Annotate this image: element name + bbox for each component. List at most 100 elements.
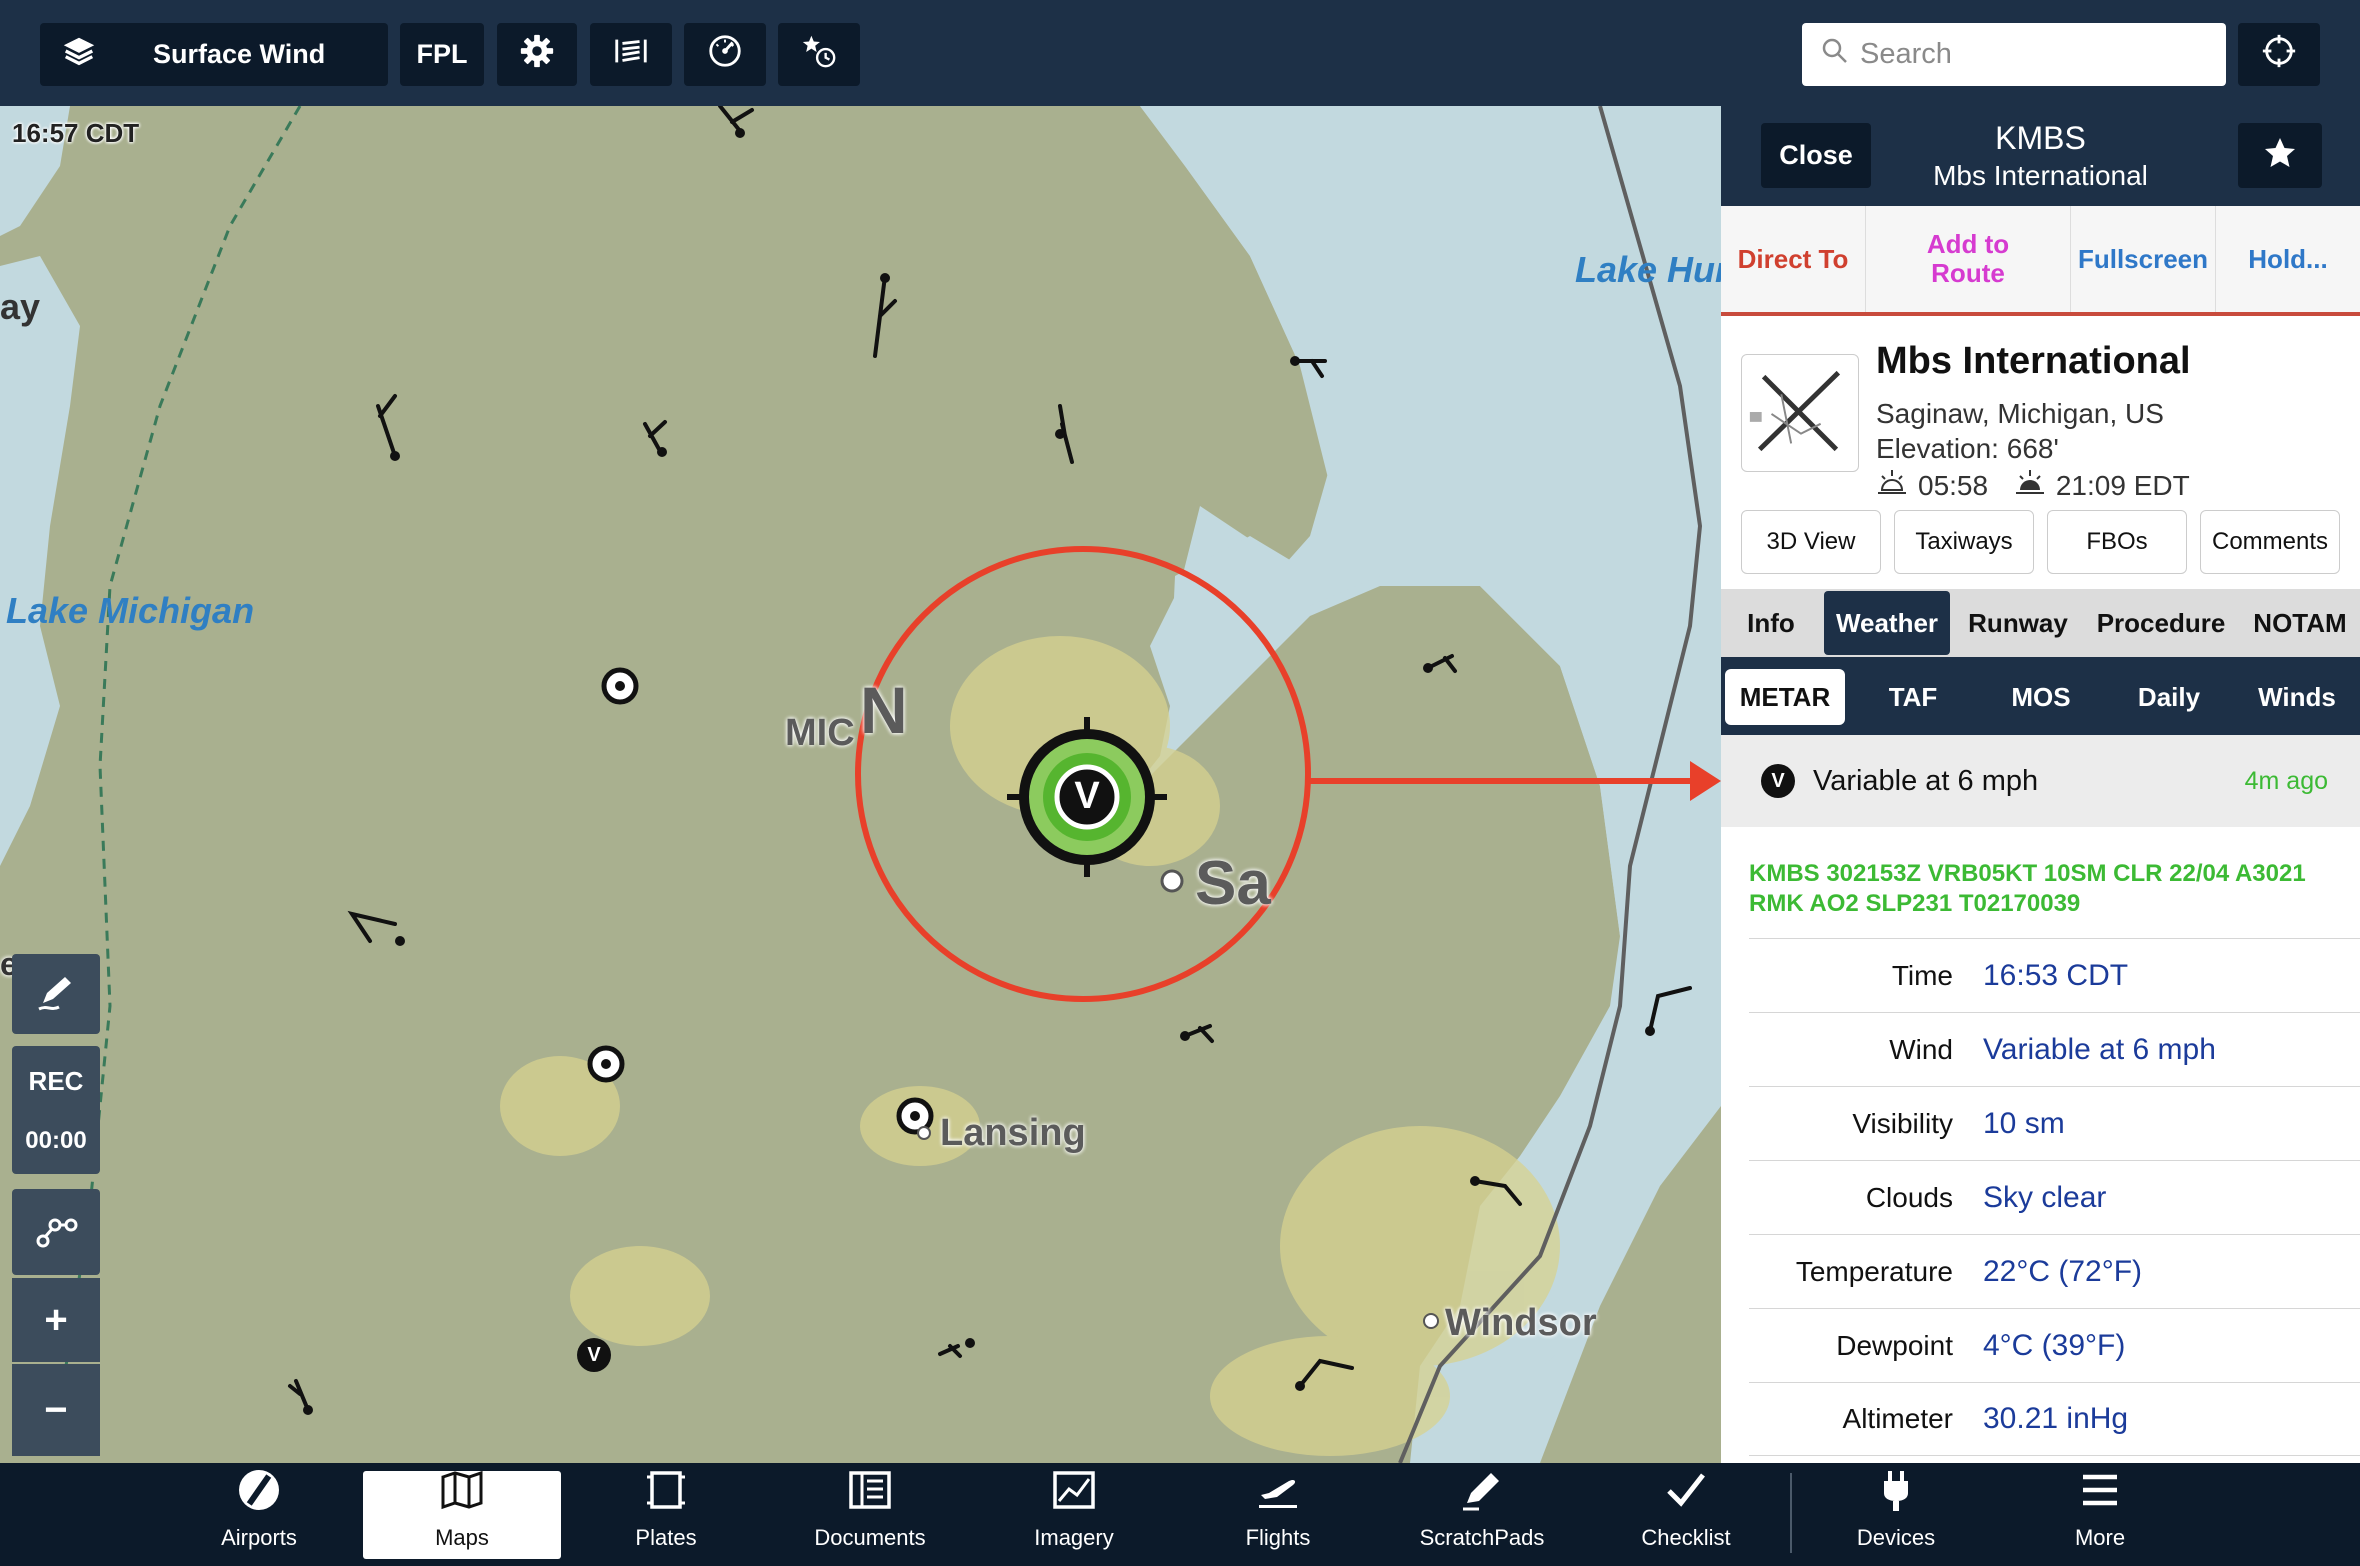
tab-label: Checklist: [1641, 1525, 1731, 1550]
sunset-icon: [2014, 468, 2056, 503]
direct-to-button[interactable]: Direct To: [1721, 206, 1866, 312]
pencil-icon: [33, 969, 79, 1020]
wx-key: Clouds: [1865, 1181, 1953, 1213]
tab-airports[interactable]: Airports: [160, 1470, 358, 1559]
record-timer: 00:00: [25, 1126, 87, 1154]
sunset-time: 21:09 EDT: [2055, 469, 2190, 501]
wx-key: Temperature: [1795, 1255, 1953, 1287]
wx-key: Visibility: [1852, 1107, 1953, 1139]
airport-name: Mbs International: [1876, 340, 2191, 382]
favorite-button[interactable]: [2238, 123, 2322, 188]
wx-value: Sky clear: [1983, 1180, 2107, 1214]
tab-label: Documents: [814, 1525, 926, 1550]
settings-button[interactable]: [497, 23, 577, 86]
taxiways-button[interactable]: Taxiways: [1894, 510, 2034, 574]
tab-checklist[interactable]: Checklist: [1587, 1471, 1785, 1559]
selected-station-marker[interactable]: V: [1057, 766, 1117, 826]
tab-weather[interactable]: Weather: [1824, 591, 1950, 655]
map-icon: [439, 1467, 485, 1525]
airport-elevation: Elevation: 668': [1876, 433, 2059, 464]
airport-summary: Mbs International Saginaw, Michigan, US …: [1721, 316, 2360, 516]
instruments-button[interactable]: [684, 23, 766, 86]
wx-value: 22°C (72°F): [1983, 1254, 2143, 1288]
wx-value: 10 sm: [1983, 1106, 2065, 1140]
airport-info-panel: Close KMBS Mbs International Direct To A…: [1721, 106, 2360, 1463]
subtab-daily[interactable]: Daily: [2109, 669, 2229, 725]
raw-metar: KMBS 302153Z VRB05KT 10SM CLR 22/04 A302…: [1749, 860, 2306, 917]
record-label: REC: [28, 1065, 84, 1096]
subtab-mos[interactable]: MOS: [1981, 669, 2101, 725]
wx-row-clouds: Clouds Sky clear: [1749, 1160, 2360, 1234]
3d-view-button[interactable]: 3D View: [1741, 510, 1881, 574]
locate-button[interactable]: [2238, 23, 2320, 86]
hold-button[interactable]: Hold...: [2216, 206, 2360, 312]
map-time-label: 16:57 CDT: [12, 118, 140, 148]
tab-label: Flights: [1245, 1525, 1311, 1550]
add-to-route-button[interactable]: Add to Route: [1866, 206, 2071, 312]
comments-button[interactable]: Comments: [2200, 510, 2340, 574]
recents-button[interactable]: [778, 23, 860, 86]
flight-category-badge: V: [1761, 764, 1795, 798]
wx-key: Wind: [1889, 1033, 1953, 1065]
label-n: N: [860, 673, 908, 747]
wx-value: Variable at 6 mph: [1983, 1032, 2216, 1066]
imagery-icon: [1051, 1467, 1097, 1525]
route-icon: [33, 1207, 79, 1258]
fpl-button[interactable]: FPL: [400, 23, 484, 86]
tab-label: Airports: [221, 1525, 297, 1550]
layers-icon: [60, 32, 98, 77]
tab-plates[interactable]: Plates: [567, 1471, 765, 1559]
map-layer-label: Surface Wind: [153, 39, 326, 69]
tab-documents[interactable]: Documents: [771, 1471, 969, 1559]
fbos-button[interactable]: FBOs: [2047, 510, 2187, 574]
search-icon: [1820, 36, 1860, 74]
action-bar: Direct To Add to Route Fullscreen Hold..…: [1721, 206, 2360, 316]
route-tool-button[interactable]: [12, 1189, 100, 1275]
plug-icon: [1873, 1467, 1919, 1525]
subtab-metar[interactable]: METAR: [1725, 669, 1845, 725]
tab-devices[interactable]: Devices: [1797, 1471, 1995, 1559]
tab-scratchpads[interactable]: ScratchPads: [1383, 1471, 1581, 1559]
wx-row-temperature: Temperature 22°C (72°F): [1749, 1234, 2360, 1308]
subtab-taf[interactable]: TAF: [1853, 669, 1973, 725]
airport-diagram-thumbnail[interactable]: [1741, 354, 1859, 472]
tab-flights[interactable]: Flights: [1179, 1471, 1377, 1559]
label-lansing: Lansing: [940, 1112, 1086, 1154]
wx-value: 30.21 inHg: [1983, 1402, 2129, 1435]
tab-maps[interactable]: Maps: [363, 1470, 561, 1559]
top-toolbar: Surface Wind FPL Search: [0, 0, 2360, 106]
gear-icon: [518, 32, 556, 77]
subtab-winds[interactable]: Winds: [2237, 669, 2357, 725]
search-placeholder: Search: [1860, 38, 1952, 70]
map-layer-button[interactable]: Surface Wind: [40, 23, 388, 86]
airport-buttons: 3D View Taxiways FBOs Comments: [1721, 510, 2360, 576]
wx-key: Dewpoint: [1836, 1329, 1953, 1361]
fullscreen-button[interactable]: Fullscreen: [2071, 206, 2216, 312]
zoom-out-button[interactable]: −: [12, 1364, 100, 1456]
tab-imagery[interactable]: Imagery: [975, 1471, 1173, 1559]
airports-icon: [236, 1467, 282, 1525]
info-tabs: Info Weather Runway Procedure NOTAM: [1721, 589, 2360, 657]
wx-value: 4°C (39°F): [1983, 1328, 2126, 1362]
record-button[interactable]: REC 00:00: [12, 1046, 100, 1174]
tab-more[interactable]: More: [2001, 1471, 2199, 1559]
wx-row-dewpoint: Dewpoint 4°C (39°F): [1749, 1308, 2360, 1382]
station-marker[interactable]: V: [577, 1338, 611, 1372]
metar-summary-text: Variable at 6 mph: [1813, 764, 2039, 797]
tab-runway[interactable]: Runway: [1954, 591, 2082, 655]
draw-button[interactable]: [12, 954, 100, 1034]
wx-row-time: Time 16:53 CDT: [1749, 938, 2360, 1012]
wx-key: Altimeter: [1842, 1403, 1953, 1434]
search-input[interactable]: Search: [1802, 23, 2226, 86]
zoom-in-button[interactable]: +: [12, 1278, 100, 1362]
tab-label: ScratchPads: [1419, 1525, 1545, 1550]
profile-view-button[interactable]: [590, 23, 672, 86]
tab-notam[interactable]: NOTAM: [2240, 591, 2360, 655]
tab-info[interactable]: Info: [1721, 591, 1821, 655]
panel-header: Close KMBS Mbs International: [1721, 106, 2360, 206]
weather-subtabs: METAR TAF MOS Daily Winds: [1721, 657, 2360, 735]
map-view[interactable]: 16:57 CDT Lake Michigan Lake Hur ay MIC …: [0, 106, 1721, 1463]
wx-key: Time: [1891, 959, 1953, 991]
tab-procedure[interactable]: Procedure: [2086, 591, 2236, 655]
wx-row-altimeter: Altimeter 30.21 inHg: [1749, 1382, 2360, 1456]
